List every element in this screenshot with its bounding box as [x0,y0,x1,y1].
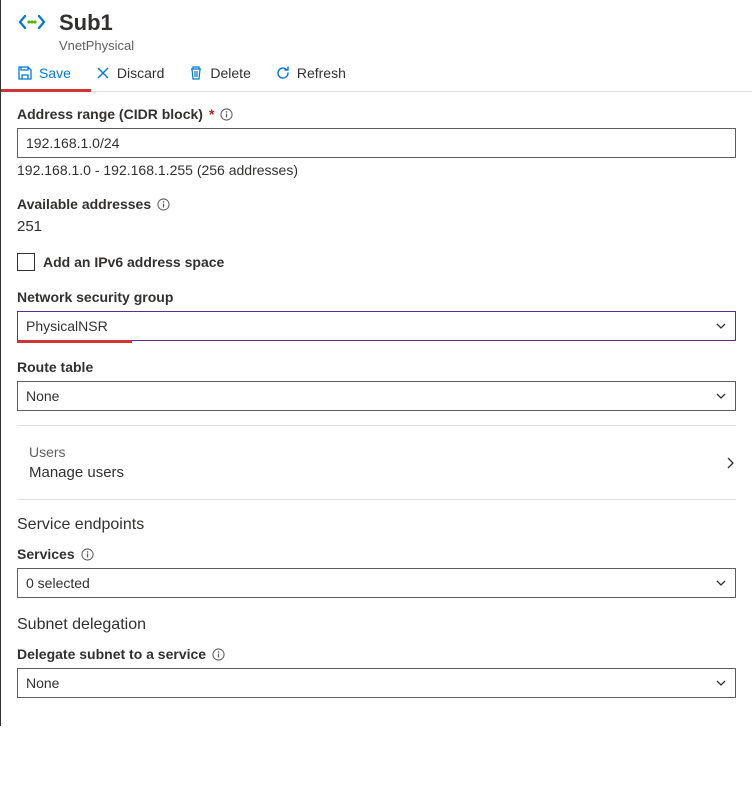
address-range-label: Address range (CIDR block) [17,106,203,122]
info-icon[interactable] [157,198,170,211]
refresh-icon [275,65,291,81]
nsg-value: PhysicalNSR [26,318,108,334]
delegate-value: None [26,675,59,691]
users-drill[interactable]: Users Manage users [17,440,736,485]
ipv6-checkbox-row: Add an IPv6 address space [17,253,736,271]
ipv6-checkbox-label: Add an IPv6 address space [43,254,224,270]
address-range-input[interactable] [17,128,736,158]
services-label: Services [17,546,75,562]
services-field: Services 0 selected [17,546,736,598]
service-endpoints-heading: Service endpoints [17,516,736,534]
info-icon[interactable] [81,548,94,561]
nsg-field: Network security group PhysicalNSR [17,289,736,341]
divider [17,425,736,426]
chevron-down-icon [715,390,727,402]
page-title: Sub1 [59,10,736,36]
available-addresses-label: Available addresses [17,196,151,212]
delegate-field: Delegate subnet to a service None [17,646,736,698]
available-addresses-value: 251 [17,218,736,235]
delete-button[interactable]: Delete [188,65,250,81]
divider [17,499,736,500]
page-subtitle: VnetPhysical [59,38,736,53]
annotation-underline-nsg [17,340,132,343]
available-addresses-field: Available addresses 251 [17,196,736,235]
toolbar: Save Discard Delete Refresh [1,57,752,92]
close-icon [95,65,111,81]
nsg-select[interactable]: PhysicalNSR [17,311,736,341]
annotation-underline-save [1,89,91,92]
discard-button[interactable]: Discard [95,65,164,81]
refresh-button[interactable]: Refresh [275,65,346,81]
chevron-down-icon [715,577,727,589]
delegate-select[interactable]: None [17,668,736,698]
address-range-hint: 192.168.1.0 - 192.168.1.255 (256 address… [17,162,736,178]
save-button[interactable]: Save [17,65,71,81]
save-icon [17,65,33,81]
route-table-label: Route table [17,359,93,375]
trash-icon [188,65,204,81]
required-indicator: * [209,106,214,122]
route-table-field: Route table None [17,359,736,411]
ipv6-checkbox[interactable] [17,253,35,271]
users-subtitle: Manage users [29,464,124,481]
users-title: Users [29,444,124,460]
chevron-down-icon [715,677,727,689]
refresh-label: Refresh [297,65,346,81]
delete-label: Delete [210,65,250,81]
subnet-delegation-heading: Subnet delegation [17,616,736,634]
services-select[interactable]: 0 selected [17,568,736,598]
route-table-select[interactable]: None [17,381,736,411]
info-icon[interactable] [212,648,225,661]
info-icon[interactable] [220,108,233,121]
chevron-right-icon [724,455,736,471]
save-label: Save [39,65,71,81]
discard-label: Discard [117,65,164,81]
vnet-icon [17,12,47,32]
route-table-value: None [26,388,59,404]
nsg-label: Network security group [17,289,173,305]
address-range-field: Address range (CIDR block) * 192.168.1.0… [17,106,736,178]
services-value: 0 selected [26,575,90,591]
chevron-down-icon [715,320,727,332]
delegate-label: Delegate subnet to a service [17,646,206,662]
